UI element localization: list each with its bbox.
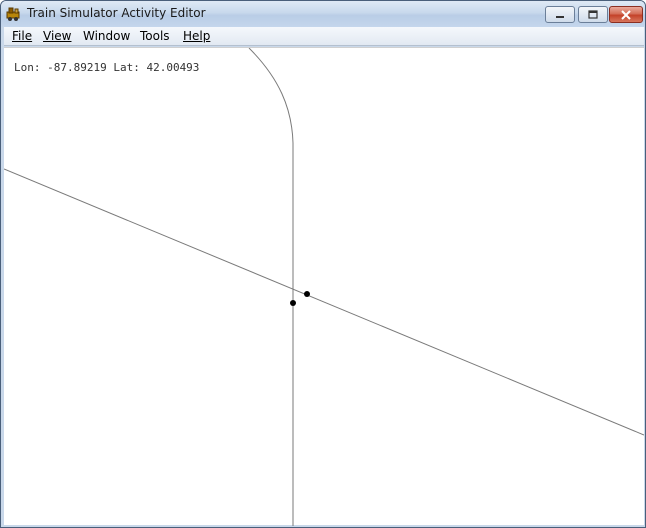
track-curve[interactable] bbox=[248, 48, 294, 526]
minimize-icon bbox=[556, 15, 564, 18]
menu-window[interactable]: Window bbox=[81, 29, 132, 43]
close-icon bbox=[621, 9, 631, 20]
window-title: Train Simulator Activity Editor bbox=[27, 6, 206, 20]
menu-help[interactable]: Help bbox=[181, 29, 212, 43]
track-map[interactable] bbox=[4, 48, 644, 526]
app-window: Train Simulator Activity Editor File Vie… bbox=[0, 0, 646, 528]
menu-file[interactable]: File bbox=[10, 29, 34, 43]
track-node[interactable] bbox=[304, 291, 310, 297]
maximize-icon bbox=[588, 9, 598, 19]
minimize-button[interactable] bbox=[545, 6, 575, 23]
menu-window-label: Window bbox=[83, 29, 131, 43]
map-canvas[interactable]: Lon: -87.89219 Lat: 42.00493 bbox=[4, 47, 644, 526]
title-bar[interactable]: Train Simulator Activity Editor bbox=[1, 1, 645, 27]
menu-bar: File View Window Tools Help bbox=[4, 27, 644, 46]
track-diagonal[interactable] bbox=[4, 168, 644, 436]
menu-view-label: View bbox=[43, 29, 72, 43]
menu-help-label: Help bbox=[183, 29, 211, 43]
coordinate-readout: Lon: -87.89219 Lat: 42.00493 bbox=[14, 61, 200, 74]
menu-tools-label: Tools bbox=[140, 29, 170, 43]
track-node[interactable] bbox=[290, 300, 296, 306]
close-button[interactable] bbox=[609, 6, 643, 23]
maximize-button[interactable] bbox=[578, 6, 608, 23]
menu-tools[interactable]: Tools bbox=[138, 29, 172, 43]
menu-view[interactable]: View bbox=[41, 29, 73, 43]
locomotive-icon[interactable] bbox=[5, 5, 23, 23]
menu-file-label: File bbox=[12, 29, 33, 43]
